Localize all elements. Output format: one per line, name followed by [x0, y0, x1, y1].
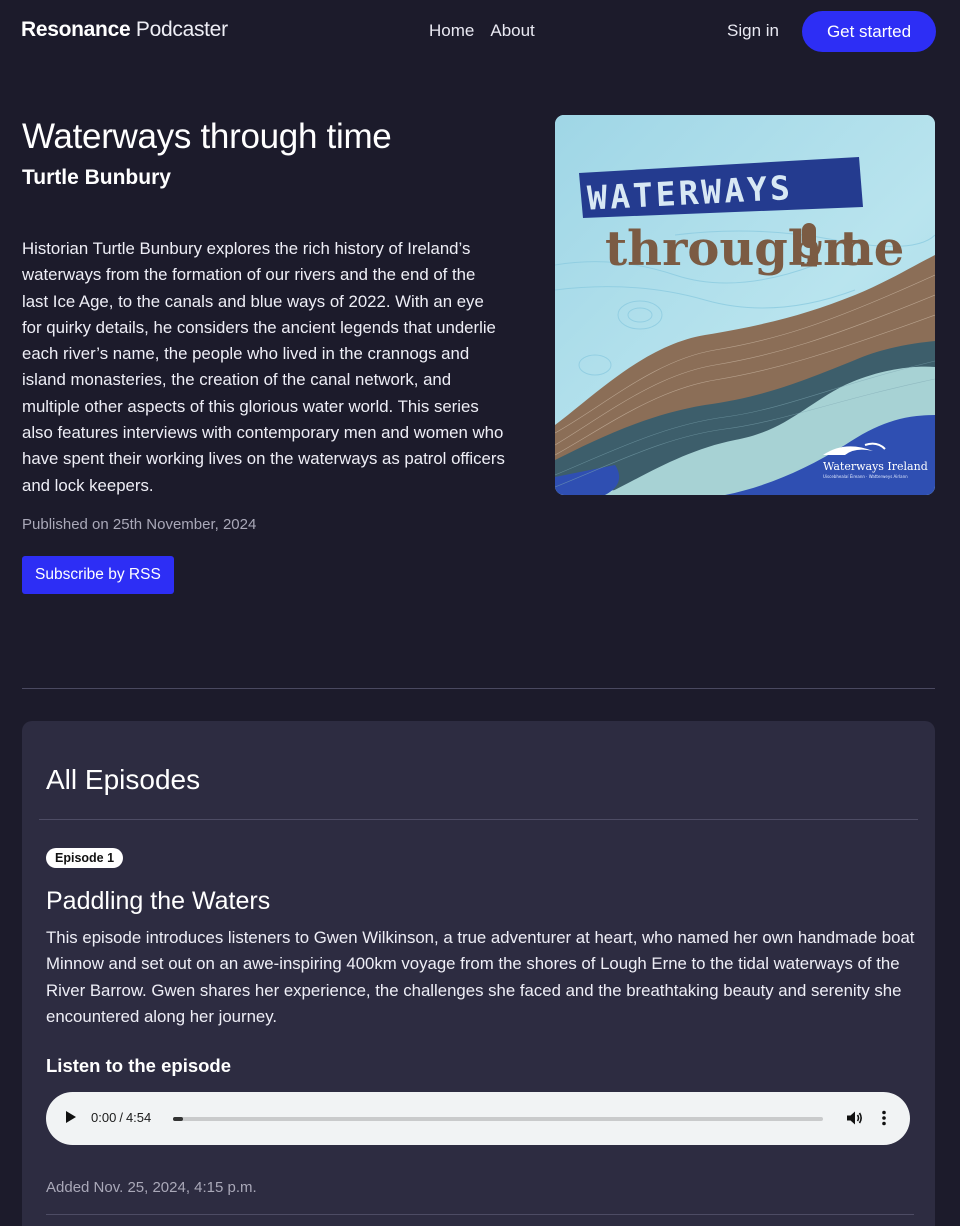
listen-heading: Listen to the episode: [46, 1055, 232, 1076]
duration: 4:54: [125, 1110, 152, 1125]
show-details: Waterways through time Turtle Bunbury Hi…: [22, 116, 506, 594]
podcast-cover-art: WATERWAYS through t me Waterways Ireland…: [555, 115, 935, 495]
show-description: Historian Turtle Bunbury explores the ri…: [22, 239, 505, 495]
seek-bar-fill: [173, 1117, 183, 1121]
subscribe-rss-button[interactable]: Subscribe by RSS: [22, 555, 174, 594]
published-date: Published on 25th November, 2024: [22, 515, 257, 533]
episodes-heading: All Episodes: [46, 764, 201, 795]
cover-logo-subtext: Uiscebhealaí Éireann · Watterweys Airlan…: [823, 474, 908, 479]
episode-title[interactable]: Paddling the Waters: [46, 887, 270, 916]
play-icon[interactable]: [66, 1111, 76, 1123]
brand-name-light: Podcaster: [135, 18, 228, 41]
top-navigation-bar: Resonance Podcaster Home About Sign in G…: [0, 0, 960, 64]
episode-added-date: Added Nov. 25, 2024, 4:15 p.m.: [46, 1179, 257, 1196]
svg-text:me: me: [823, 221, 904, 277]
seek-bar[interactable]: [173, 1117, 823, 1121]
get-started-button[interactable]: Get started: [802, 11, 936, 52]
episode-number-badge: Episode 1: [46, 848, 124, 868]
section-divider: [22, 688, 935, 689]
time-display: 0:00/4:54: [91, 1110, 152, 1125]
show-title: Waterways through time: [22, 117, 392, 156]
episodes-panel: All Episodes Episode 1 Paddling the Wate…: [22, 721, 935, 1226]
audio-player[interactable]: 0:00/4:54: [46, 1092, 910, 1145]
cover-logo-text: Waterways Ireland: [823, 460, 928, 473]
episodes-heading-divider: [39, 819, 918, 820]
cover-title-word2b: me: [823, 221, 904, 277]
show-author: Turtle Bunbury: [22, 166, 171, 189]
nav-about-link[interactable]: About: [490, 21, 534, 41]
current-time: 0:00: [91, 1110, 117, 1125]
nav-home-link[interactable]: Home: [429, 21, 474, 41]
episode-divider: [46, 1214, 914, 1215]
sign-in-link[interactable]: Sign in: [727, 21, 779, 41]
main-nav: Home About: [429, 21, 535, 41]
volume-icon[interactable]: [845, 1109, 863, 1127]
brand-logo[interactable]: Resonance Podcaster: [21, 18, 228, 42]
brand-name-bold: Resonance: [21, 18, 131, 41]
more-vertical-icon[interactable]: [880, 1109, 888, 1127]
episode-description: This episode introduces listeners to Gwe…: [46, 928, 915, 1026]
